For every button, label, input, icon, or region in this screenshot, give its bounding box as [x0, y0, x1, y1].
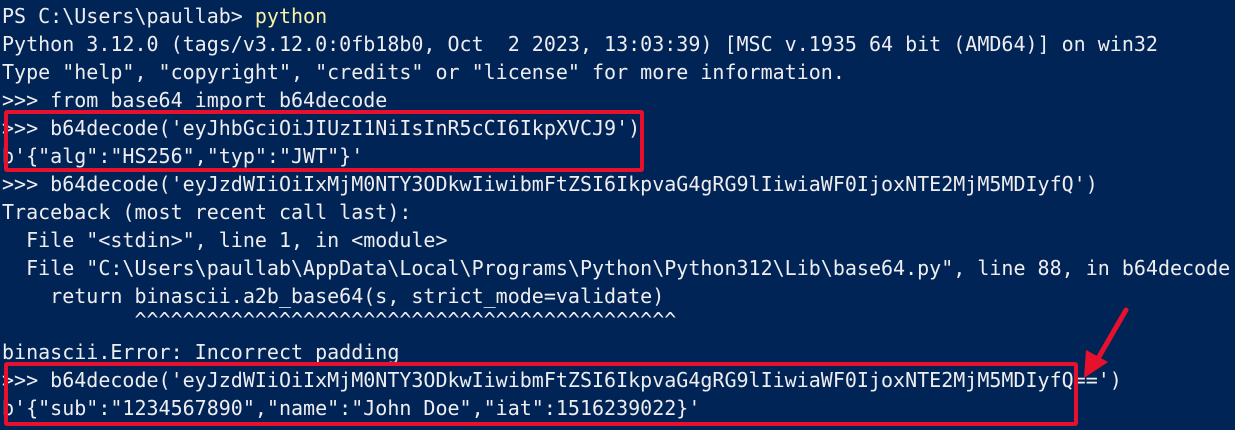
prompt-path: PS C:\Users\paullab>	[2, 4, 255, 28]
decode-padded-line: >>> b64decode('eyJzdWIiOiIxMjM0NTY3ODkwI…	[2, 368, 1122, 392]
decode-header-line: >>> b64decode('eyJhbGciOiJIUzI1NiIsInR5c…	[2, 116, 641, 140]
error-line: binascii.Error: Incorrect padding	[2, 340, 400, 364]
python-version-line: Python 3.12.0 (tags/v3.12.0:0fb18b0, Oct…	[2, 32, 1158, 56]
import-line: >>> from base64 import b64decode	[2, 88, 388, 112]
traceback-file-line: File "C:\Users\paullab\AppData\Local\Pro…	[2, 256, 1231, 280]
powershell-terminal[interactable]: PS C:\Users\paullab> python Python 3.12.…	[0, 0, 1235, 430]
decode-header-output: b'{"alg":"HS256","typ":"JWT"}'	[2, 144, 364, 168]
python-command: python	[254, 4, 328, 28]
prompt-line: PS C:\Users\paullab> python	[2, 2, 327, 30]
decode-payload-line: >>> b64decode('eyJzdWIiOiIxMjM0NTY3ODkwI…	[2, 172, 1098, 196]
python-help-line: Type "help", "copyright", "credits" or "…	[2, 60, 845, 84]
traceback-caret-line: ^^^^^^^^^^^^^^^^^^^^^^^^^^^^^^^^^^^^^^^^…	[2, 308, 677, 332]
decode-padded-output: b'{"sub":"1234567890","name":"John Doe",…	[2, 396, 701, 420]
traceback-stdin-line: File "<stdin>", line 1, in <module>	[2, 228, 448, 252]
traceback-line: Traceback (most recent call last):	[2, 200, 412, 224]
